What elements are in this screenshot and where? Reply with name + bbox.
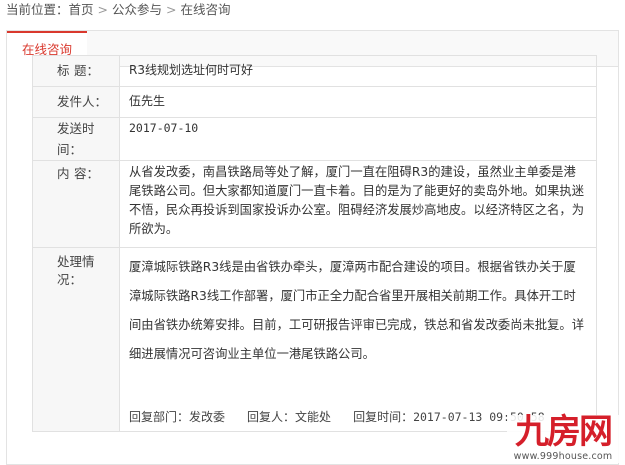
- breadcrumb-separator: >: [97, 2, 109, 17]
- title-label: 标题：: [32, 55, 120, 87]
- reply-label: 处理情况：: [32, 247, 120, 432]
- title-row: 标题： R3线规划选址何时可好: [32, 55, 597, 87]
- watermark-url: www.999house.com: [513, 451, 613, 462]
- reply-person-label: 回复人：: [247, 410, 296, 424]
- breadcrumb-public-participation-link[interactable]: 公众参与: [112, 2, 162, 17]
- breadcrumb-current: 在线咨询: [180, 2, 231, 17]
- send-time-label: 发送时间：: [32, 117, 120, 161]
- sender-label: 发件人：: [32, 86, 120, 118]
- send-time-row: 发送时间： 2017-07-10: [32, 117, 597, 161]
- send-time-value: 2017-07-10: [119, 117, 597, 161]
- reply-dept: 发改委: [189, 410, 226, 424]
- watermark-logo: 九房网: [515, 412, 613, 452]
- reply-value: 厦漳城际铁路R3线是由省铁办牵头，厦漳两市配合建设的项目。根据省铁办关于厦漳城际…: [129, 260, 584, 361]
- site-watermark: 九房网 www.999house.com: [507, 412, 619, 463]
- sender-row: 发件人： 伍先生: [32, 86, 597, 118]
- content-row: 内容： 从省发改委，南昌铁路局等处了解，厦门一直在阻碍R3的建设，虽然业主单委是…: [32, 160, 597, 248]
- breadcrumb-prefix: 当前位置：: [6, 2, 69, 17]
- consultation-detail-table: 标题： R3线规划选址何时可好 发件人： 伍先生 发送时间： 2017-07-1…: [32, 55, 597, 432]
- breadcrumb-home-link[interactable]: 首页: [69, 2, 94, 17]
- reply-time-label: 回复时间：: [353, 410, 414, 424]
- reply-person: 文能处: [295, 410, 332, 424]
- reply-dept-label: 回复部门：: [129, 410, 190, 424]
- reply-cell: 厦漳城际铁路R3线是由省铁办牵头，厦漳两市配合建设的项目。根据省铁办关于厦漳城际…: [119, 247, 597, 432]
- content-label: 内容：: [32, 160, 120, 248]
- title-value: R3线规划选址何时可好: [119, 55, 597, 87]
- reply-meta: 回复部门：发改委 回复人：文能处 回复时间：2017-07-13 09:50:58: [129, 408, 545, 425]
- sender-value: 伍先生: [119, 86, 597, 118]
- reply-row: 处理情况： 厦漳城际铁路R3线是由省铁办牵头，厦漳两市配合建设的项目。根据省铁办…: [32, 247, 597, 432]
- breadcrumb-separator: >: [166, 2, 177, 17]
- breadcrumb: 当前位置：首页 > 公众参与 > 在线咨询: [6, 0, 231, 20]
- content-value: 从省发改委，南昌铁路局等处了解，厦门一直在阻碍R3的建设，虽然业主单委是港尾铁路…: [119, 160, 597, 248]
